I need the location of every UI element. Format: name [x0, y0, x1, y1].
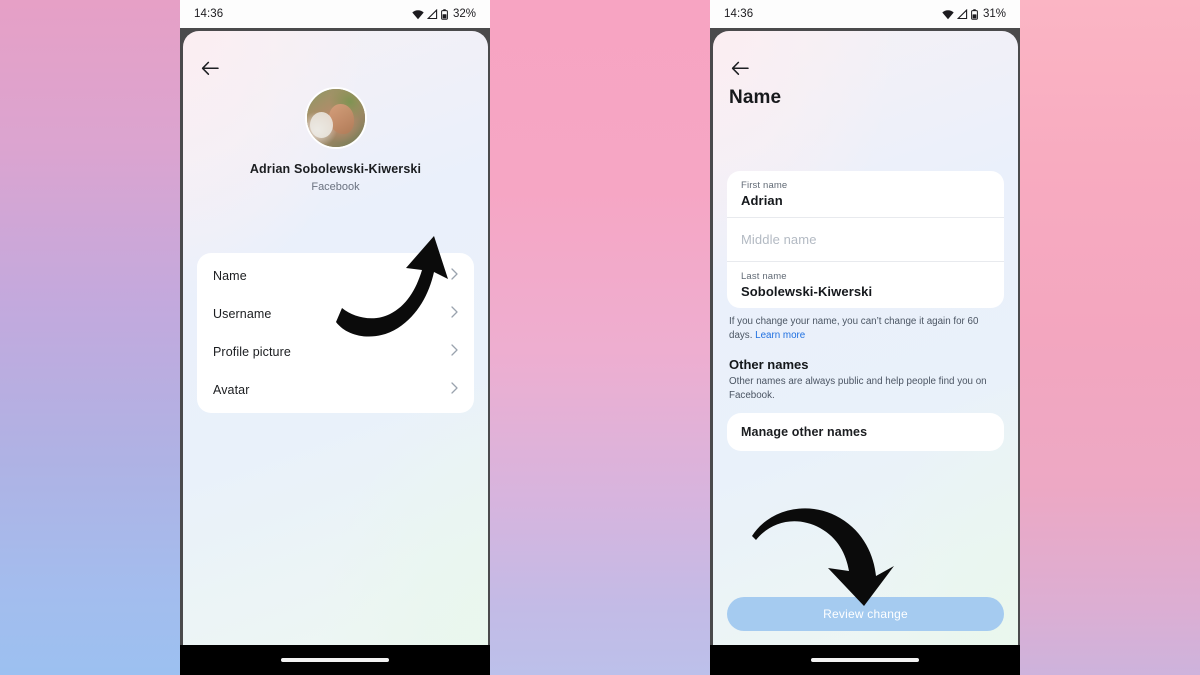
chevron-right-icon	[451, 305, 458, 323]
other-names-description: Other names are always public and help p…	[729, 376, 987, 401]
status-bar-right: 14:36 31%	[710, 0, 1020, 28]
other-names-title: Other names	[729, 357, 809, 372]
sidebar-item-username[interactable]: Username	[197, 295, 474, 333]
home-indicator[interactable]	[811, 658, 919, 662]
profile-source: Facebook	[311, 181, 360, 193]
first-name-value: Adrian	[741, 193, 783, 208]
profile-name: Adrian Sobolewski-Kiwerski	[249, 162, 422, 176]
status-bar-indicators: 32%	[412, 8, 476, 20]
signal-icon	[426, 8, 438, 19]
last-name-field[interactable]: Last name Sobolewski-Kiwerski	[727, 261, 1004, 308]
list-item-label: Avatar	[213, 383, 250, 397]
list-item-label: Name	[213, 269, 247, 283]
phone-bezel-left: Adrian Sobolewski-Kiwerski Facebook Name…	[180, 28, 490, 645]
battery-icon	[971, 8, 978, 20]
chevron-right-icon	[451, 267, 458, 285]
background-gradient-middle	[480, 0, 720, 675]
sidebar-item-name[interactable]: Name	[197, 257, 474, 295]
settings-list-card: Name Username Profile picture Avatar	[197, 253, 474, 413]
review-change-button[interactable]: Review change	[727, 597, 1004, 631]
list-item-label: Username	[213, 307, 272, 321]
middle-name-placeholder: Middle name	[741, 232, 817, 247]
first-name-field[interactable]: First name Adrian	[727, 171, 1004, 217]
manage-other-names-button[interactable]: Manage other names	[727, 413, 1004, 451]
back-arrow-icon[interactable]	[729, 57, 751, 79]
status-bar-indicators: 31%	[942, 8, 1006, 20]
chevron-right-icon	[451, 381, 458, 399]
name-fields-card: First name Adrian Middle name Last name …	[727, 171, 1004, 308]
battery-percent: 31%	[982, 8, 1006, 20]
wifi-icon	[942, 9, 954, 19]
avatar[interactable]	[304, 87, 367, 149]
screen-profile-settings: Adrian Sobolewski-Kiwerski Facebook Name…	[183, 31, 488, 645]
last-name-label: Last name	[741, 271, 787, 282]
status-bar-left: 14:36 32%	[180, 0, 490, 28]
signal-icon	[956, 8, 968, 19]
status-bar-time: 14:36	[194, 8, 224, 20]
manage-other-names-label: Manage other names	[741, 425, 868, 439]
wifi-icon	[412, 9, 424, 19]
last-name-value: Sobolewski-Kiwerski	[741, 284, 873, 299]
middle-name-field[interactable]: Middle name	[727, 217, 1004, 261]
profile-header: Adrian Sobolewski-Kiwerski Facebook	[183, 87, 488, 193]
navigation-bar-right	[710, 645, 1020, 675]
phone-name-editor: 14:36 31% Name First name Adrian Middle …	[710, 0, 1020, 675]
navigation-bar-left	[180, 645, 490, 675]
page-title: Name	[729, 87, 782, 108]
battery-percent: 32%	[452, 8, 476, 20]
background-gradient-left	[0, 0, 205, 675]
chevron-right-icon	[451, 343, 458, 361]
phone-profile-settings: 14:36 32% Adrian Sobolewski-Kiwerski Fac…	[180, 0, 490, 675]
screenshot-canvas: 14:36 32% Adrian Sobolewski-Kiwerski Fac…	[0, 0, 1200, 675]
review-change-label: Review change	[823, 607, 908, 621]
status-bar-time: 14:36	[724, 8, 754, 20]
name-change-disclaimer: If you change your name, you can’t chang…	[729, 315, 1002, 343]
screen-name-editor: Name First name Adrian Middle name Last …	[713, 31, 1018, 645]
background-gradient-right	[1005, 0, 1200, 675]
battery-icon	[441, 8, 448, 20]
phone-bezel-right: Name First name Adrian Middle name Last …	[710, 28, 1020, 645]
learn-more-link[interactable]: Learn more	[755, 330, 805, 341]
sidebar-item-profile-picture[interactable]: Profile picture	[197, 333, 474, 371]
first-name-label: First name	[741, 180, 788, 191]
home-indicator[interactable]	[281, 658, 389, 662]
list-item-label: Profile picture	[213, 345, 291, 359]
sidebar-item-avatar[interactable]: Avatar	[197, 371, 474, 409]
back-arrow-icon[interactable]	[199, 57, 221, 79]
